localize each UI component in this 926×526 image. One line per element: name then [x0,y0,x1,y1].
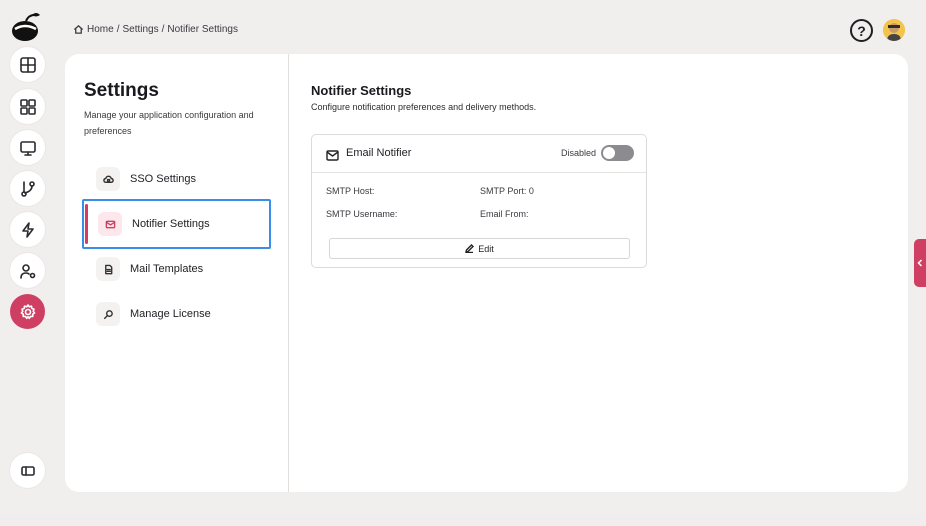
nav-item-label: Mail Templates [130,263,204,275]
nav-icon-wrap [96,257,120,281]
nav-item-notifier-settings[interactable]: Notifier Settings [82,199,271,249]
smtp-username-field: SMTP Username: [326,209,397,219]
rail-table-button[interactable] [10,47,45,82]
help-icon: ? [857,22,866,39]
git-branch-icon [20,180,35,197]
breadcrumb-home[interactable]: Home [87,24,114,35]
email-notifier-card: Email Notifier Disabled SMTP Host: SMTP … [311,134,647,268]
nav-icon-wrap [96,302,120,326]
mail-icon [105,220,115,228]
field-label: SMTP Port: [480,186,527,196]
cloud-lock-icon [102,175,114,183]
help-button[interactable]: ? [850,19,873,42]
rail-settings-button[interactable] [10,294,45,329]
edit-button[interactable]: Edit [329,238,630,259]
mail-icon [326,150,339,161]
pencil-icon [465,244,475,253]
sidebar-toggle-icon [20,465,35,476]
home-icon [73,24,84,34]
nav-item-label: SSO Settings [130,173,197,185]
bottom-strip [0,514,926,526]
smtp-host-field: SMTP Host: [326,186,374,196]
user-settings-icon [19,263,35,279]
breadcrumb-separator: / [161,24,165,35]
avatar-icon [883,19,905,41]
card-icon-wrap [326,148,339,161]
table-icon [19,56,36,73]
nav-item-label: Manage License [130,308,211,320]
rail-lightning-button[interactable] [10,212,45,247]
page-description: Manage your application configuration an… [84,110,254,136]
monitor-icon [19,140,36,156]
field-label: Email From: [480,209,529,219]
page-title: Settings [84,80,159,101]
breadcrumb-settings[interactable]: Settings [122,24,158,35]
side-panel-toggle[interactable] [914,239,926,287]
rail-user-settings-button[interactable] [10,253,45,288]
rail-sidebar-toggle-button[interactable] [10,453,45,488]
field-label: SMTP Username: [326,209,398,219]
left-rail [0,0,52,526]
card-header: Email Notifier Disabled [312,135,646,173]
dashboard-icon [19,98,36,115]
toggle-status-label: Disabled [561,148,597,158]
document-icon [104,264,112,274]
key-search-icon [103,309,113,319]
nav-icon-wrap [98,212,122,236]
breadcrumb-separator: / [116,24,120,35]
email-from-field: Email From: [480,209,529,219]
app-logo[interactable] [10,12,42,42]
avatar[interactable] [883,19,905,41]
gear-icon [20,303,35,319]
section-description: Configure notification preferences and d… [311,102,537,112]
edit-button-label: Edit [478,243,494,254]
nav-item-manage-license[interactable]: Manage License [84,292,270,336]
panel-divider [288,54,289,492]
enable-toggle[interactable] [601,145,634,161]
nav-icon-wrap [96,167,120,191]
card-title: Email Notifier [346,147,412,159]
rail-dashboard-button[interactable] [10,89,45,124]
nav-item-label: Notifier Settings [132,218,210,230]
lightning-icon [21,221,34,238]
smtp-port-field: SMTP Port: 0 [480,186,534,196]
rail-monitor-button[interactable] [10,130,45,165]
rail-git-branch-button[interactable] [10,171,45,206]
nav-item-mail-templates[interactable]: Mail Templates [84,247,270,291]
field-value: 0 [528,186,534,196]
section-title: Notifier Settings [311,83,412,98]
breadcrumb-current: Notifier Settings [167,24,238,35]
chevron-left-icon [917,259,923,267]
nav-item-sso-settings[interactable]: SSO Settings [84,157,270,201]
breadcrumb: Home / Settings / Notifier Settings [73,24,238,35]
field-label: SMTP Host: [326,186,375,196]
